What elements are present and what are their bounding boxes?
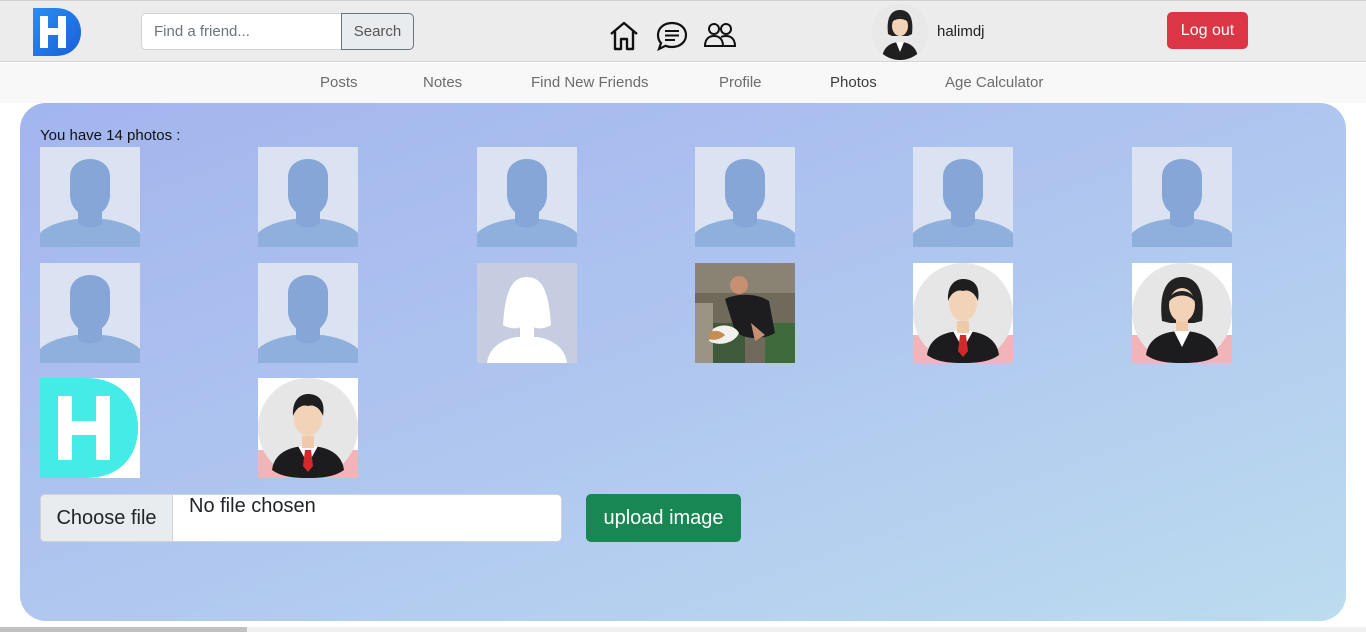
section-menu: Posts Notes Find New Friends Profile Pho… (0, 63, 1366, 103)
photo-thumbnail-default-male-avatar[interactable] (258, 263, 358, 363)
photo-thumbnail-logo-image[interactable] (40, 378, 140, 478)
photo-thumbnail-photo-man-with-dog[interactable] (695, 263, 795, 363)
logout-button[interactable]: Log out (1167, 12, 1248, 49)
menu-item-profile[interactable]: Profile (719, 74, 762, 91)
choose-file-button[interactable]: Choose file (41, 495, 173, 541)
default-male-avatar-image (913, 147, 1013, 247)
photo-man-with-dog-image (695, 263, 795, 363)
menu-item-posts[interactable]: Posts (320, 74, 358, 91)
upload-image-button[interactable]: upload image (586, 494, 741, 542)
businessman-avatar-image (913, 263, 1013, 363)
search-button[interactable]: Search (341, 13, 414, 50)
username: halimdj (937, 23, 985, 40)
photo-thumbnail-businessman-avatar[interactable] (913, 263, 1013, 363)
default-male-avatar-image (258, 263, 358, 363)
photo-thumbnail-default-male-avatar[interactable] (40, 263, 140, 363)
photo-thumbnail-businessman-avatar[interactable] (258, 378, 358, 478)
messages-icon[interactable] (655, 19, 689, 53)
menu-item-photos[interactable]: Photos (830, 74, 877, 91)
horizontal-scrollbar[interactable] (0, 627, 1366, 632)
menu-item-notes[interactable]: Notes (423, 74, 462, 91)
file-status-text: No file chosen (189, 495, 316, 517)
photo-thumbnail-default-female-avatar[interactable] (477, 263, 577, 363)
default-male-avatar-image (1132, 147, 1232, 247)
default-male-avatar-image (40, 263, 140, 363)
photo-count-text: You have 14 photos : (40, 127, 181, 144)
default-male-avatar-image (258, 147, 358, 247)
photo-thumbnail-default-male-avatar[interactable] (477, 147, 577, 247)
businessman-avatar-image (258, 378, 358, 478)
avatar[interactable] (872, 4, 928, 60)
default-male-avatar-image (477, 147, 577, 247)
photos-card: You have 14 photos : Choose file No file… (20, 103, 1346, 621)
photo-thumbnail-default-male-avatar[interactable] (695, 147, 795, 247)
businesswoman-avatar-image (1132, 263, 1232, 363)
logo-image-image (40, 378, 140, 478)
default-male-avatar-image (695, 147, 795, 247)
photo-thumbnail-default-male-avatar[interactable] (258, 147, 358, 247)
photo-thumbnail-default-male-avatar[interactable] (913, 147, 1013, 247)
scrollbar-thumb[interactable] (0, 627, 247, 632)
top-navbar: Find a friend... Search halimdj Log out (0, 0, 1366, 62)
logo-icon[interactable] (31, 6, 83, 58)
default-male-avatar-image (40, 147, 140, 247)
menu-item-age-calculator[interactable]: Age Calculator (945, 74, 1043, 91)
friends-icon[interactable] (703, 19, 737, 53)
menu-item-find-new-friends[interactable]: Find New Friends (531, 74, 649, 91)
home-icon[interactable] (607, 19, 641, 53)
photo-thumbnail-default-male-avatar[interactable] (1132, 147, 1232, 247)
default-female-avatar-image (477, 263, 577, 363)
file-input[interactable]: Choose file No file chosen (40, 494, 562, 542)
photo-thumbnail-businesswoman-avatar[interactable] (1132, 263, 1232, 363)
photo-thumbnail-default-male-avatar[interactable] (40, 147, 140, 247)
search-input[interactable]: Find a friend... (141, 13, 343, 50)
